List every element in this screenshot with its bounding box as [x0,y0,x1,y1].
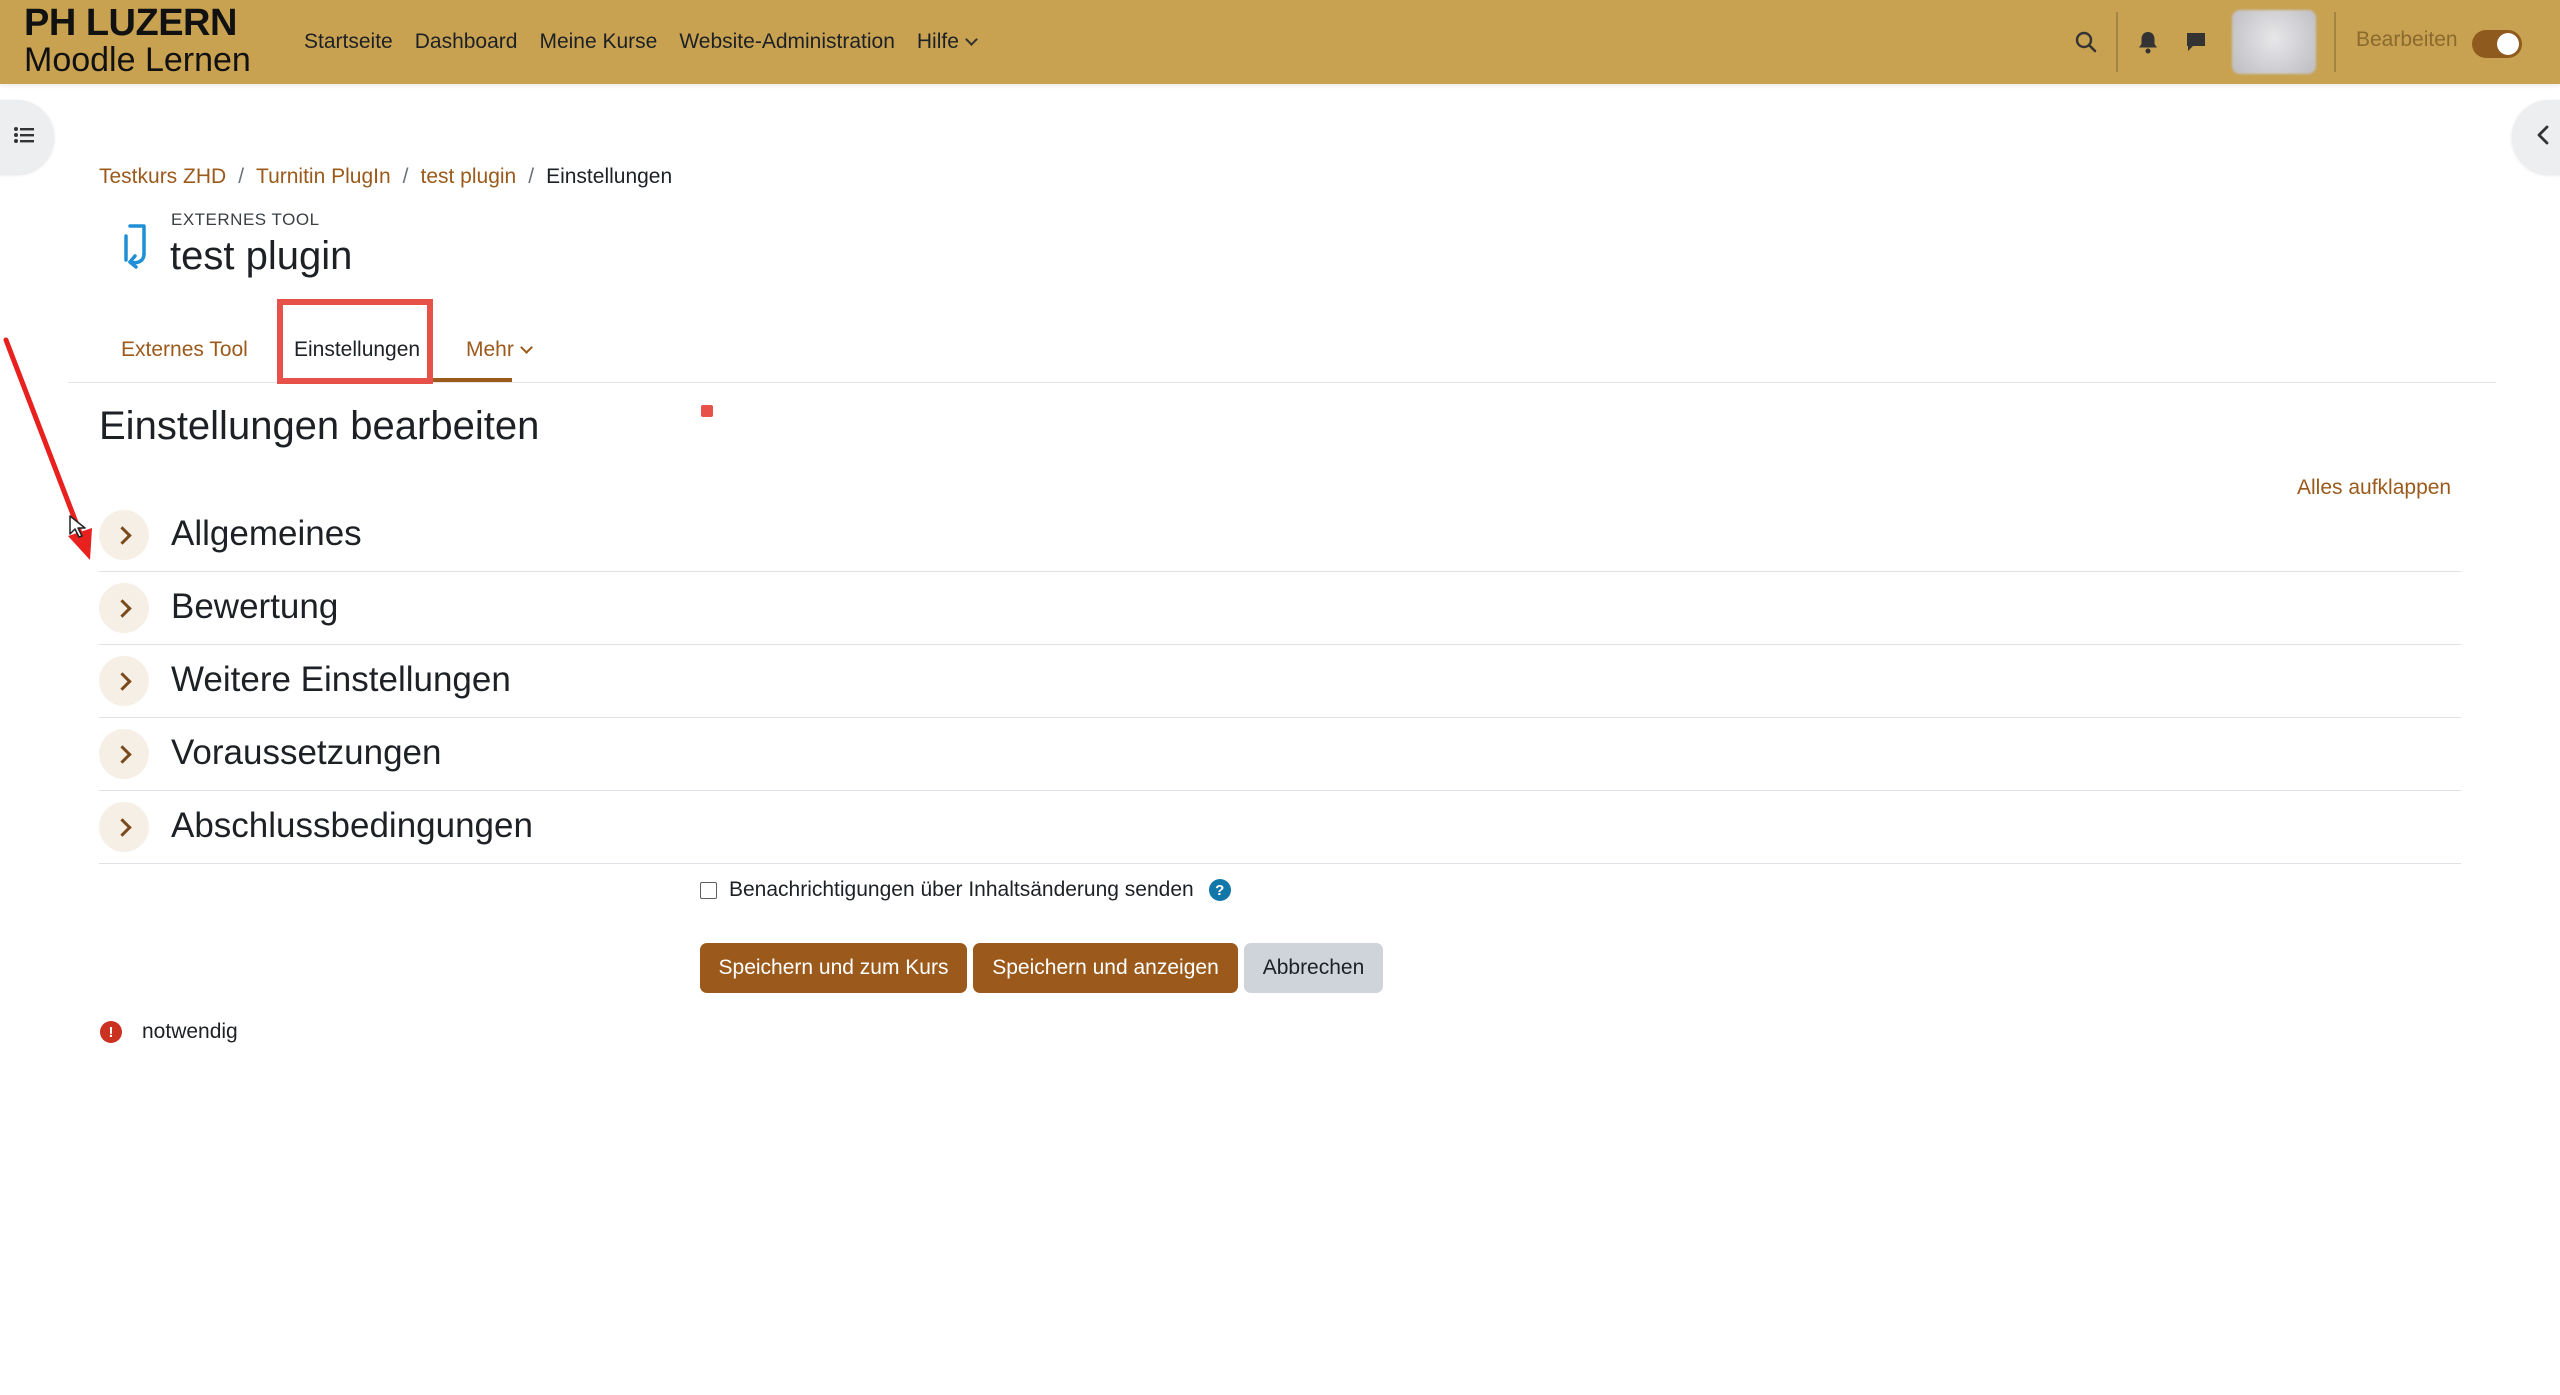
navbar-divider [2334,12,2336,72]
mouse-cursor-icon [69,515,86,538]
chevron-right-icon[interactable] [99,656,149,706]
required-legend: ! notwendig [100,1020,238,1044]
chevron-down-icon [519,341,533,354]
external-tool-icon [116,222,154,270]
section-title[interactable]: Voraussetzungen [171,733,441,773]
breadcrumb-separator: / [528,165,535,188]
save-and-return-button[interactable]: Speichern und zum Kurs [700,943,967,993]
section-weitere-einstellungen[interactable]: Weitere Einstellungen [99,644,2461,718]
section-abschlussbedingungen[interactable]: Abschlussbedingungen [99,790,2461,864]
section-title[interactable]: Weitere Einstellungen [171,660,511,700]
nav-link-startseite[interactable]: Startseite [304,30,393,54]
avatar[interactable] [2232,10,2316,74]
logo-line1: PH LUZERN [24,2,237,44]
breadcrumb-section[interactable]: Turnitin PlugIn [256,165,391,189]
edit-mode-label: Bearbeiten [2356,28,2458,51]
nav-link-website-administration[interactable]: Website-Administration [679,30,895,54]
tab-externes-tool[interactable]: Externes Tool [121,318,248,382]
top-navbar: PH LUZERN Moodle Lernen Startseite Dashb… [0,0,2560,84]
section-bewertung[interactable]: Bewertung [99,571,2461,645]
page-title: test plugin [170,234,353,278]
tab-mehr-label: Mehr [466,338,514,361]
nav-link-meine-kurse[interactable]: Meine Kurse [539,30,657,54]
chevron-left-icon [2536,124,2550,151]
primary-navigation: Startseite Dashboard Meine Kurse Website… [304,0,998,84]
course-index-toggle[interactable] [0,100,54,174]
nav-link-hilfe[interactable]: Hilfe [916,30,978,54]
required-label: notwendig [142,1020,238,1043]
notify-checkbox[interactable] [700,881,717,899]
annotation-marker [701,405,713,417]
notify-label[interactable]: Benachrichtigungen über Inhaltsänderung … [729,878,1194,902]
search-icon[interactable] [2072,28,2100,56]
annotation-highlight-box [277,299,433,384]
toggle-knob [2497,33,2519,55]
error-icon: ! [100,1021,122,1043]
chat-icon[interactable] [2182,28,2210,56]
section-allgemeines[interactable]: Allgemeines [99,498,2461,572]
annotation-arrow [3,337,92,560]
site-logo[interactable]: PH LUZERN Moodle Lernen [24,4,251,77]
section-title[interactable]: Allgemeines [171,514,362,554]
navbar-divider [2116,12,2118,72]
logo-line2: Moodle Lernen [24,41,251,79]
notify-content-change-row: Benachrichtigungen über Inhaltsänderung … [700,878,1231,902]
nav-link-hilfe-label: Hilfe [916,30,959,53]
breadcrumb-activity[interactable]: test plugin [421,165,517,189]
breadcrumb-separator: / [402,165,409,188]
page-pretitle: EXTERNES TOOL [171,210,320,229]
breadcrumb: Testkurs ZHD / Turnitin PlugIn / test pl… [99,165,672,189]
list-icon [13,126,35,149]
edit-mode-toggle[interactable] [2472,30,2522,58]
breadcrumb-current: Einstellungen [546,165,673,188]
help-icon[interactable]: ? [1208,879,1231,901]
chevron-right-icon[interactable] [99,802,149,852]
breadcrumb-separator: / [238,165,245,188]
breadcrumb-course[interactable]: Testkurs ZHD [99,165,226,189]
section-title[interactable]: Abschlussbedingungen [171,806,533,846]
chevron-right-icon[interactable] [99,583,149,633]
chevron-right-icon[interactable] [99,729,149,779]
cancel-button[interactable]: Abbrechen [1244,943,1383,993]
save-and-display-button[interactable]: Speichern und anzeigen [973,943,1238,993]
expand-all-link[interactable]: Alles aufklappen [2297,476,2451,500]
chevron-down-icon [965,33,978,46]
nav-link-dashboard[interactable]: Dashboard [415,30,518,54]
bell-icon[interactable] [2134,28,2162,56]
form-heading: Einstellungen bearbeiten [99,404,540,448]
section-title[interactable]: Bewertung [171,587,338,627]
tab-mehr[interactable]: Mehr [466,318,533,382]
block-drawer-toggle[interactable] [2512,100,2560,174]
section-voraussetzungen[interactable]: Voraussetzungen [99,717,2461,791]
